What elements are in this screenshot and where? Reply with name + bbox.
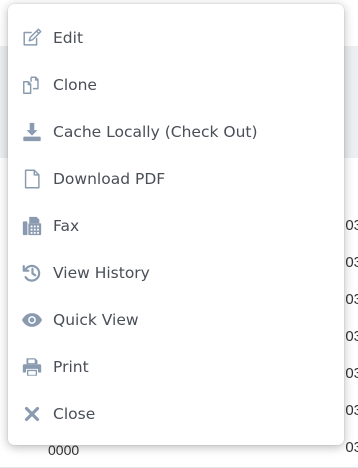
menu-item-label: Print (53, 357, 89, 376)
menu-item-close[interactable]: Close (8, 390, 344, 437)
menu-item-label: Cache Locally (Check Out) (53, 123, 258, 142)
menu-item-print[interactable]: Print (8, 343, 344, 390)
menu-item-label: Fax (53, 217, 80, 235)
menu-item-label: View History (53, 263, 150, 282)
menu-item-label: Quick View (53, 310, 139, 329)
menu-item-download-pdf[interactable]: Download PDF (8, 156, 344, 203)
eye-icon (20, 308, 44, 332)
menu-item-cache-locally[interactable]: Cache Locally (Check Out) (8, 109, 344, 156)
background-row-text: 03 (345, 254, 358, 271)
download-icon (20, 120, 44, 144)
menu-item-label: Clone (53, 76, 97, 95)
background-row-text: 03 (345, 439, 358, 456)
clone-icon (20, 73, 44, 97)
background-row-text: 03 (345, 217, 358, 234)
menu-item-fax[interactable]: Fax (8, 203, 344, 250)
fax-icon (20, 214, 44, 238)
menu-item-clone[interactable]: Clone (8, 62, 344, 109)
document-icon (20, 167, 44, 191)
context-menu-list: Edit Clone Cache Locally (Check Out) Dow… (8, 4, 344, 437)
background-row-text: 03 (345, 402, 358, 419)
menu-item-edit[interactable]: Edit (8, 15, 344, 62)
history-icon (20, 261, 44, 285)
background-row-text: 03 (345, 291, 358, 308)
background-row-text: 03 (345, 365, 358, 382)
edit-icon (20, 26, 44, 50)
menu-item-label: Edit (53, 29, 84, 48)
menu-item-view-history[interactable]: View History (8, 249, 344, 296)
print-icon (20, 355, 44, 379)
background-row-text: 03 (345, 328, 358, 345)
menu-item-quick-view[interactable]: Quick View (8, 296, 344, 343)
context-menu: Edit Clone Cache Locally (Check Out) Dow… (8, 4, 344, 445)
close-icon (20, 402, 44, 426)
menu-item-label: Download PDF (53, 170, 166, 189)
menu-item-label: Close (53, 404, 96, 423)
